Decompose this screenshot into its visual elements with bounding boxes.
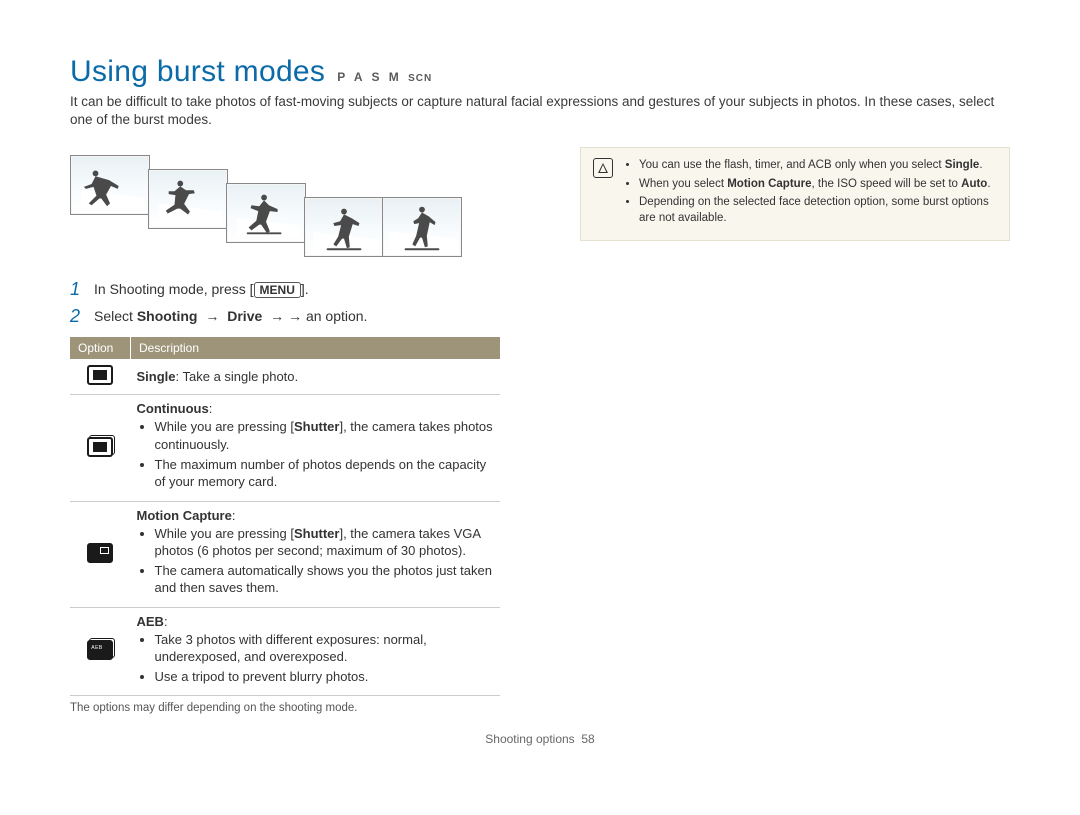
burst-sequence-figure xyxy=(70,155,470,265)
info-item-2: When you select Motion Capture, the ISO … xyxy=(639,177,997,193)
mode-scn: SCN xyxy=(408,73,432,84)
info-box: You can use the flash, timer, and ACB on… xyxy=(580,147,1010,240)
desc-motion: Motion Capture: While you are pressing [… xyxy=(131,501,501,607)
burst-frame-3 xyxy=(226,183,306,243)
motion-capture-icon xyxy=(87,543,113,563)
intro-text: It can be difficult to take photos of fa… xyxy=(70,93,1010,129)
page-title: Using burst modes xyxy=(70,55,325,89)
th-description: Description xyxy=(131,337,501,359)
desc-aeb: AEB: Take 3 photos with different exposu… xyxy=(131,607,501,696)
info-item-3: Depending on the selected face detection… xyxy=(639,195,997,226)
table-row-motion: Motion Capture: While you are pressing [… xyxy=(70,501,500,607)
step-2-number: 2 xyxy=(70,306,84,327)
menu-button-label: MENU xyxy=(254,282,301,298)
step-1: 1 In Shooting mode, press [MENU]. xyxy=(70,279,510,300)
desc-continuous: Continuous: While you are pressing [Shut… xyxy=(131,395,501,501)
table-footnote: The options may differ depending on the … xyxy=(70,702,510,714)
burst-frame-1 xyxy=(70,155,150,215)
info-item-1: You can use the flash, timer, and ACB on… xyxy=(639,158,997,174)
table-row-continuous: Continuous: While you are pressing [Shut… xyxy=(70,395,500,501)
step-2-bold-shooting: Shooting xyxy=(137,308,198,324)
th-option: Option xyxy=(70,337,131,359)
burst-frame-5 xyxy=(382,197,462,257)
step-2-arrow-1: → xyxy=(197,308,227,324)
table-row-aeb: AEB: Take 3 photos with different exposu… xyxy=(70,607,500,696)
burst-frame-4 xyxy=(304,197,384,257)
step-1-text-b: ]. xyxy=(301,281,309,297)
options-table: Option Description Single: Take a single… xyxy=(70,337,500,696)
footer-page-number: 58 xyxy=(581,732,594,746)
step-1-text-a: In Shooting mode, press [ xyxy=(94,281,254,297)
continuous-icon xyxy=(87,437,113,457)
step-2-text-b: → an option. xyxy=(288,308,367,324)
step-2: 2 Select Shooting → Drive → → an option. xyxy=(70,306,510,327)
page-footer: Shooting options 58 xyxy=(70,732,1010,746)
table-row-single: Single: Take a single photo. xyxy=(70,359,500,395)
mode-letters: P A S M xyxy=(337,70,402,84)
mode-indicators: P A S M SCN xyxy=(337,70,432,84)
step-1-number: 1 xyxy=(70,279,84,300)
aeb-icon xyxy=(87,640,113,660)
info-icon xyxy=(593,158,613,178)
desc-single: Single: Take a single photo. xyxy=(131,359,501,395)
burst-frame-2 xyxy=(148,169,228,229)
step-2-bold-drive: Drive xyxy=(227,308,262,324)
single-icon xyxy=(87,365,113,385)
step-2-text-a: Select xyxy=(94,308,137,324)
footer-section: Shooting options xyxy=(485,732,574,746)
